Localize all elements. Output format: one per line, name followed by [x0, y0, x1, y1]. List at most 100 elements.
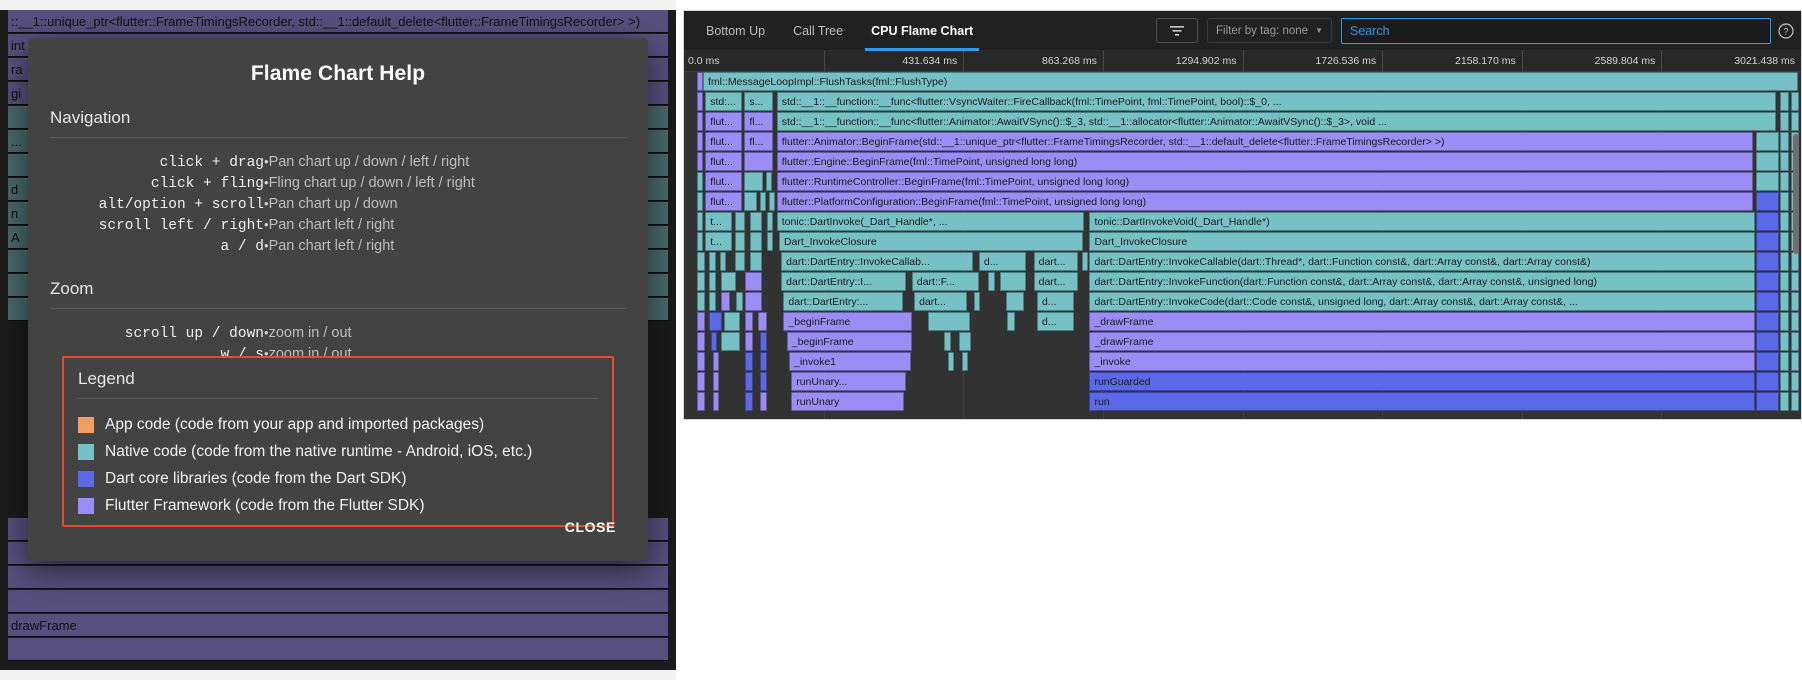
flame-box[interactable]: flut... [705, 112, 743, 131]
flame-box[interactable] [708, 252, 717, 271]
flame-box[interactable] [710, 332, 718, 351]
flame-box[interactable] [1790, 352, 1799, 371]
flame-box[interactable] [697, 272, 706, 291]
flame-box[interactable] [1790, 252, 1799, 271]
flame-box[interactable] [766, 212, 773, 231]
flame-box[interactable]: _beginFrame [786, 332, 912, 351]
flame-box[interactable]: runGuarded [1089, 372, 1756, 391]
flame-box[interactable]: runUnary [791, 392, 905, 411]
flame-box[interactable] [697, 172, 704, 191]
flame-box[interactable] [944, 332, 951, 351]
flame-box[interactable] [759, 192, 766, 211]
flame-box[interactable]: dart... [914, 292, 967, 311]
flame-box[interactable]: run [1089, 392, 1756, 411]
flame-box[interactable] [1779, 272, 1789, 291]
flame-box[interactable] [1756, 232, 1779, 251]
flame-box[interactable] [765, 172, 772, 191]
flame-box[interactable] [1779, 252, 1789, 271]
flame-box[interactable] [947, 352, 954, 371]
flame-box[interactable]: flutter::RuntimeController::BeginFrame(f… [776, 172, 1753, 191]
flame-box[interactable] [713, 372, 720, 391]
flame-box[interactable] [697, 132, 704, 151]
flame-box[interactable]: _invoke [1089, 352, 1756, 371]
flame-box[interactable] [1756, 212, 1779, 231]
flame-box[interactable] [927, 312, 970, 331]
flame-box[interactable]: flut... [705, 192, 743, 211]
flame-box[interactable] [1756, 172, 1779, 191]
flame-box[interactable]: tonic::DartInvoke(_Dart_Handle*, ... [776, 212, 1084, 231]
flame-box[interactable] [1779, 172, 1789, 191]
flame-box[interactable]: dart::DartEntry::InvokeCallable(dart::Th… [1089, 252, 1756, 271]
flame-box[interactable] [962, 352, 969, 371]
flame-box[interactable] [759, 392, 767, 411]
flame-box[interactable] [768, 192, 775, 211]
flame-box[interactable] [745, 292, 763, 311]
flame-box[interactable] [1006, 312, 1015, 331]
flame-box[interactable] [1779, 352, 1789, 371]
flame-box[interactable] [708, 312, 722, 331]
flame-box[interactable] [1790, 112, 1799, 131]
flame-box[interactable] [1779, 152, 1789, 171]
flame-box[interactable] [1779, 292, 1789, 311]
flame-box[interactable]: s... [744, 92, 774, 111]
flame-box[interactable] [1790, 392, 1799, 411]
flame-box[interactable] [1081, 252, 1089, 271]
flame-box[interactable]: flutter::Animator::BeginFrame(std::__1::… [776, 132, 1753, 151]
flame-box[interactable] [1790, 92, 1799, 111]
flame-box[interactable]: tonic::DartInvokeVoid(_Dart_Handle*) [1089, 212, 1756, 231]
flame-box[interactable]: d... [1036, 292, 1074, 311]
flame-box[interactable] [720, 292, 730, 311]
flame-box[interactable] [724, 312, 740, 331]
flame-box[interactable] [1779, 212, 1789, 231]
flame-box[interactable] [1000, 272, 1026, 291]
flame-box[interactable]: dart... [1033, 252, 1079, 271]
flame-box[interactable]: _drawFrame [1089, 312, 1756, 331]
help-circle-icon[interactable]: ? [1771, 11, 1801, 51]
flame-box[interactable]: t... [705, 212, 733, 231]
flame-box[interactable]: _drawFrame [1089, 332, 1756, 351]
flame-box[interactable] [749, 232, 763, 251]
flame-box[interactable] [1756, 312, 1779, 331]
flame-box[interactable] [1756, 372, 1779, 391]
flame-box[interactable] [697, 352, 706, 371]
flame-box[interactable] [1756, 132, 1779, 151]
flame-box[interactable] [1790, 372, 1799, 391]
flame-box[interactable] [735, 212, 746, 231]
filter-button[interactable] [1156, 18, 1199, 43]
flame-box[interactable] [745, 352, 754, 371]
flame-box[interactable]: flut... [705, 152, 743, 171]
flame-box[interactable] [720, 332, 740, 351]
flame-box[interactable] [697, 372, 706, 391]
flame-box[interactable] [713, 392, 720, 411]
flame-box[interactable] [766, 232, 773, 251]
flame-box[interactable] [735, 252, 746, 271]
flame-box[interactable]: dart::DartEntry::InvokeFunction(dart::Fu… [1089, 272, 1756, 291]
flame-box[interactable] [1779, 372, 1789, 391]
flame-box[interactable] [1790, 292, 1799, 311]
tab-call-tree[interactable]: Call Tree [779, 11, 857, 51]
flame-box[interactable]: flut... [705, 172, 743, 191]
flame-box[interactable] [713, 352, 720, 371]
flame-box[interactable] [697, 252, 706, 271]
flame-box[interactable] [1005, 292, 1024, 311]
flame-box[interactable] [1756, 352, 1779, 371]
flame-box[interactable]: _invoke1 [788, 352, 911, 371]
flame-box[interactable] [1779, 392, 1789, 411]
flame-box[interactable] [1756, 392, 1779, 411]
flame-box[interactable]: flutter::Engine::BeginFrame(fml::TimePoi… [776, 152, 1753, 171]
flame-box[interactable] [708, 272, 717, 291]
tab-bottom-up[interactable]: Bottom Up [692, 11, 779, 51]
flame-box[interactable] [749, 252, 763, 271]
flame-box[interactable] [720, 272, 737, 291]
tag-filter-dropdown[interactable]: Filter by tag: none ▼ [1207, 18, 1332, 43]
flame-box[interactable] [1756, 152, 1779, 171]
flame-box[interactable] [697, 392, 706, 411]
flame-box[interactable]: dart::DartEntry:... [783, 292, 903, 311]
flame-box[interactable] [757, 312, 767, 331]
close-button[interactable]: CLOSE [557, 513, 624, 541]
flame-box[interactable] [1756, 192, 1779, 211]
flame-box[interactable] [745, 272, 763, 291]
flame-box[interactable] [1790, 312, 1799, 331]
flame-box[interactable] [749, 212, 763, 231]
flame-box[interactable]: d... [1036, 312, 1074, 331]
